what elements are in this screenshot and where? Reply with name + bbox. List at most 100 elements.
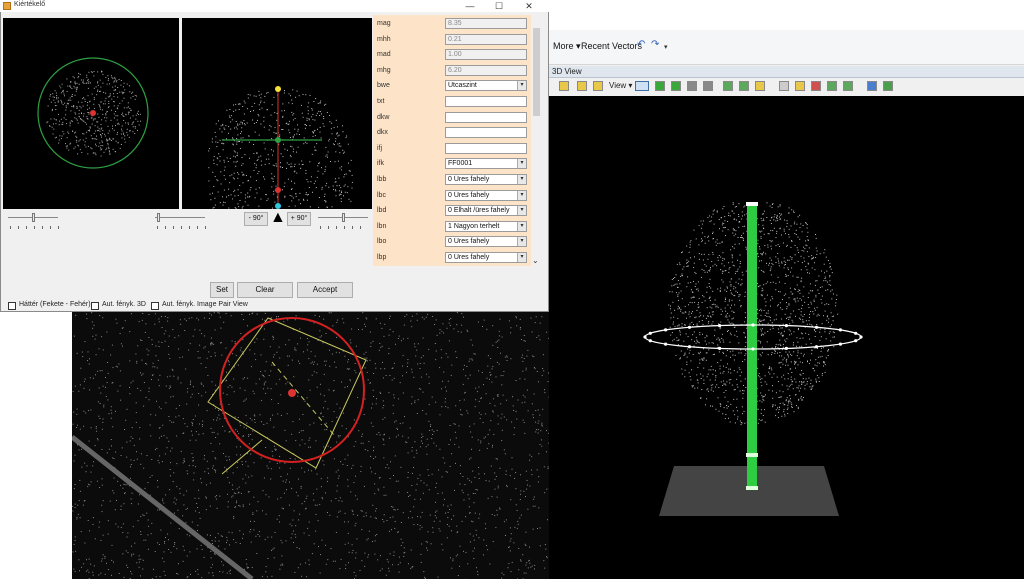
close-button[interactable]: ✕ xyxy=(514,0,544,12)
crown-point xyxy=(798,398,800,400)
toolbar-button-6[interactable] xyxy=(755,81,765,91)
toolbar-button-4[interactable] xyxy=(723,81,733,91)
toolbar-button-green-1[interactable] xyxy=(655,81,665,91)
crown-ellipse-point[interactable] xyxy=(664,328,668,332)
ground-point xyxy=(491,496,493,498)
toolbar-button-gray-1[interactable] xyxy=(687,81,697,91)
ground-point xyxy=(266,576,268,578)
dialog-title-bar[interactable]: Kiértékelő — ☐ ✕ xyxy=(0,0,549,12)
top-view-point xyxy=(132,115,134,117)
crown-ellipse-point[interactable] xyxy=(718,346,722,350)
toolbar-button-7[interactable] xyxy=(779,81,789,91)
toolbar-button-11[interactable] xyxy=(843,81,853,91)
toolbar-button-2[interactable] xyxy=(577,81,587,91)
side-view-point xyxy=(315,180,316,182)
ground-point xyxy=(151,343,153,345)
toolbar-button-13[interactable] xyxy=(883,81,893,91)
crown-point xyxy=(827,289,829,291)
crown-ellipse-point[interactable] xyxy=(664,342,668,346)
maximize-button[interactable]: ☐ xyxy=(484,0,514,12)
crown-ellipse-point[interactable] xyxy=(643,335,647,339)
toolbar-button-8[interactable] xyxy=(795,81,805,91)
minimize-button[interactable]: — xyxy=(455,0,485,12)
ground-point xyxy=(313,499,315,501)
crown-point xyxy=(758,286,760,288)
ground-point xyxy=(530,317,532,319)
crown-ellipse-point[interactable] xyxy=(784,324,788,328)
toolbar-button-gray-2[interactable] xyxy=(703,81,713,91)
view-3d-canvas[interactable] xyxy=(549,96,1024,579)
crown-ellipse-point[interactable] xyxy=(784,346,788,350)
ground-point xyxy=(407,366,408,367)
toolbar-button-3[interactable] xyxy=(593,81,603,91)
recent-vectors-menu[interactable]: Recent Vectors xyxy=(581,41,642,51)
top-view-panel[interactable] xyxy=(3,18,179,209)
side-view-panel[interactable] xyxy=(182,18,372,209)
crown-ellipse-point[interactable] xyxy=(838,328,842,332)
ground-point xyxy=(294,347,296,349)
ground-point xyxy=(206,410,208,412)
ground-point xyxy=(167,320,169,322)
ground-point-cloud-view[interactable] xyxy=(72,312,549,579)
crown-ellipse-point[interactable] xyxy=(854,331,858,335)
top-view-point xyxy=(73,85,75,87)
crown-ellipse-point[interactable] xyxy=(718,324,722,328)
slider-2-track[interactable] xyxy=(155,217,205,218)
top-view-point xyxy=(112,148,114,150)
side-view-point xyxy=(271,138,273,140)
toolbar-button-green-2[interactable] xyxy=(671,81,681,91)
top-view-point xyxy=(86,104,88,106)
crown-ellipse-point[interactable] xyxy=(859,335,863,339)
toolbar-button-5[interactable] xyxy=(739,81,749,91)
crown-ellipse-point[interactable] xyxy=(751,323,755,327)
crown-ellipse-point[interactable] xyxy=(687,345,692,349)
crown-point xyxy=(712,233,713,234)
toolbar-button-10[interactable] xyxy=(827,81,837,91)
crown-ellipse-point[interactable] xyxy=(648,339,652,343)
crown-point xyxy=(830,290,832,292)
crown-ellipse-point[interactable] xyxy=(814,345,819,349)
dropdown-arrow-icon[interactable]: ▾ xyxy=(664,43,668,51)
crown-point xyxy=(696,340,698,342)
view-dropdown[interactable]: View ▾ xyxy=(609,81,632,90)
ground-point xyxy=(130,436,132,438)
crown-point xyxy=(679,262,681,264)
ground-point xyxy=(514,477,516,479)
toolbar-button-1[interactable] xyxy=(559,81,569,91)
crown-point xyxy=(709,315,711,317)
toolbar-button-12[interactable] xyxy=(867,81,877,91)
top-view-point xyxy=(103,91,105,93)
crown-point xyxy=(691,321,693,323)
ground-point xyxy=(226,539,228,541)
ground-point xyxy=(415,449,417,451)
crown-ellipse-point[interactable] xyxy=(854,339,858,343)
ground-point xyxy=(529,485,531,487)
crown-point xyxy=(744,359,746,361)
crown-ellipse-point[interactable] xyxy=(838,342,842,346)
toolbar-button-9[interactable] xyxy=(811,81,821,91)
redo-icon[interactable]: ↷ xyxy=(651,39,659,50)
ground-point xyxy=(423,362,425,364)
slider-3-thumb[interactable] xyxy=(342,213,345,222)
slider-1-thumb[interactable] xyxy=(32,213,35,222)
ground-point xyxy=(346,465,348,466)
crown-ellipse-point[interactable] xyxy=(687,325,692,329)
toolbar-button-arrow[interactable] xyxy=(635,81,649,91)
crown-point xyxy=(798,317,800,319)
ground-point xyxy=(317,340,319,342)
more-menu[interactable]: More ▾ xyxy=(553,41,581,52)
crown-point xyxy=(735,219,737,221)
slider-2-thumb[interactable] xyxy=(157,213,160,222)
crown-ellipse-point[interactable] xyxy=(751,347,755,351)
crown-ellipse-point[interactable] xyxy=(648,331,652,335)
ground-point xyxy=(142,559,144,561)
crown-point xyxy=(815,294,817,296)
crown-ellipse-point[interactable] xyxy=(814,325,819,329)
undo-icon[interactable]: ↶ xyxy=(637,39,645,50)
crown-point xyxy=(684,352,686,354)
ground-point xyxy=(491,446,493,448)
crown-point xyxy=(772,264,774,266)
top-view-point xyxy=(52,133,54,135)
crown-point xyxy=(761,378,763,380)
side-view-point xyxy=(236,128,238,130)
